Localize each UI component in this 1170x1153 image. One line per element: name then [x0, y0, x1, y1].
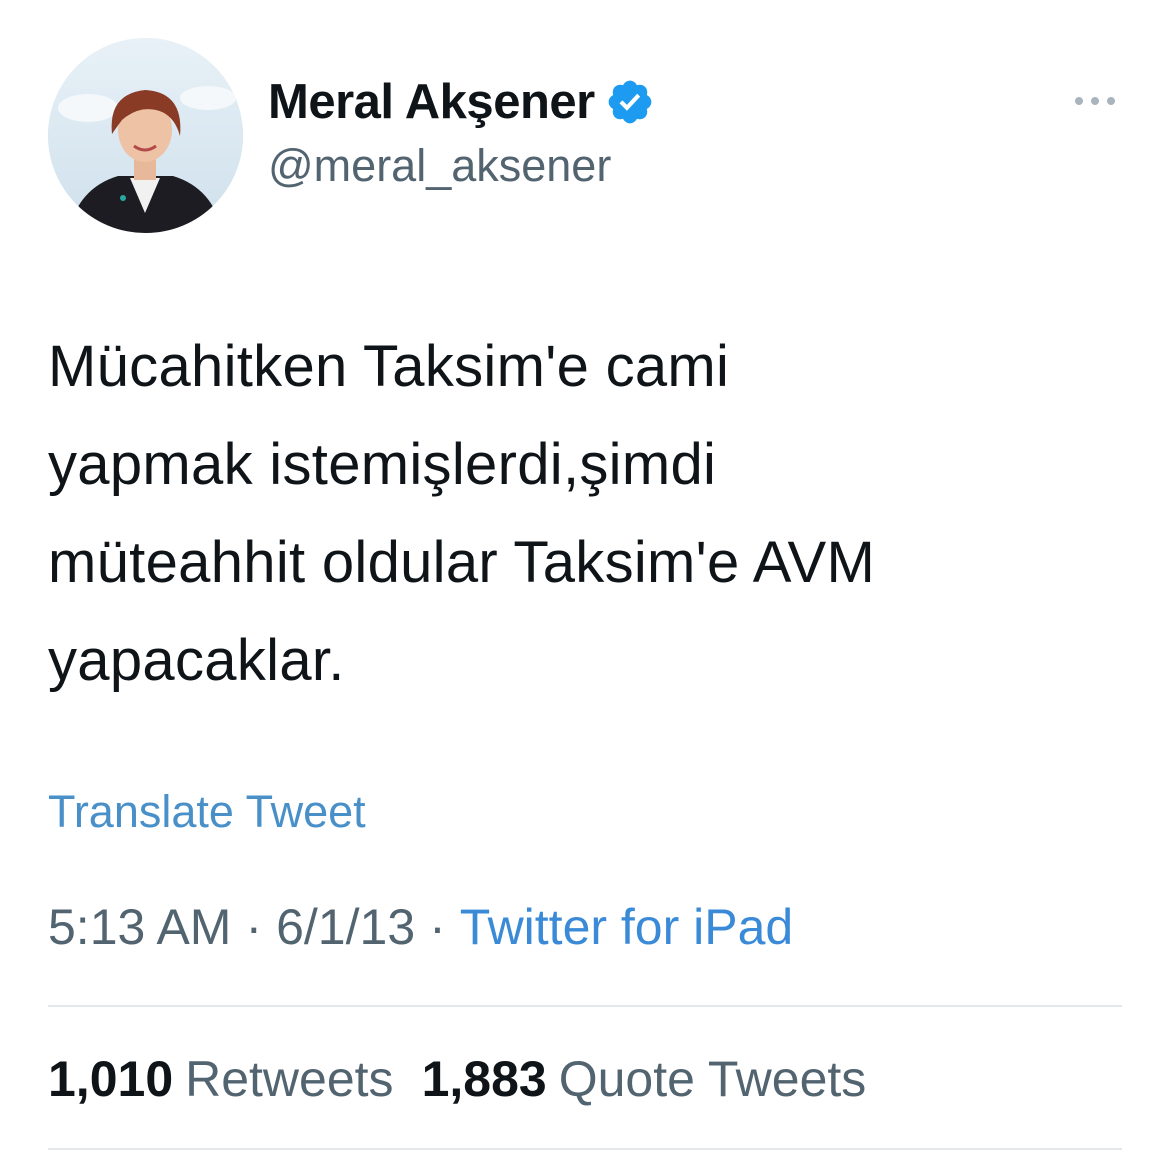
retweets-label: Retweets: [185, 1051, 394, 1107]
author-name-row[interactable]: Meral Akşener: [268, 70, 655, 134]
tweet-text-line: müteahhit oldular Taksim'e AVM: [48, 530, 876, 595]
tweet-text: Mücahitken Taksim'e cami yapmak istemişl…: [48, 318, 1138, 710]
translate-tweet-link[interactable]: Translate Tweet: [48, 786, 366, 838]
retweets-count: 1,010: [48, 1051, 174, 1107]
tweet-text-line: yapacaklar.: [48, 628, 345, 693]
divider: [48, 1005, 1122, 1007]
tweet-source-link[interactable]: Twitter for iPad: [460, 899, 793, 955]
quote-tweets-stat[interactable]: 1,883 Quote Tweets: [422, 1051, 867, 1107]
verified-badge-icon: [605, 77, 655, 127]
divider: [48, 1148, 1122, 1150]
avatar[interactable]: [48, 38, 243, 233]
author-display-name[interactable]: Meral Akşener: [268, 74, 595, 130]
retweets-stat[interactable]: 1,010 Retweets: [48, 1051, 394, 1107]
tweet-text-line: yapmak istemişlerdi,şimdi: [48, 432, 717, 497]
quote-tweets-count: 1,883: [421, 1051, 547, 1107]
quote-tweets-label: Quote Tweets: [558, 1051, 867, 1107]
meta-separator: ·: [245, 899, 263, 955]
tweet-stats: 1,010 Retweets 1,883 Quote Tweets: [48, 1050, 866, 1108]
meta-separator: ·: [429, 899, 446, 955]
more-options-icon[interactable]: [1070, 86, 1120, 116]
tweet-date[interactable]: 6/1/13: [276, 899, 415, 955]
tweet-metadata: 5:13 AM · 6/1/13 · Twitter for iPad: [48, 898, 793, 956]
tweet-time[interactable]: 5:13 AM: [48, 899, 231, 955]
author-handle[interactable]: @meral_aksener: [268, 140, 611, 192]
tweet-text-line: Mücahitken Taksim'e cami: [48, 334, 730, 399]
